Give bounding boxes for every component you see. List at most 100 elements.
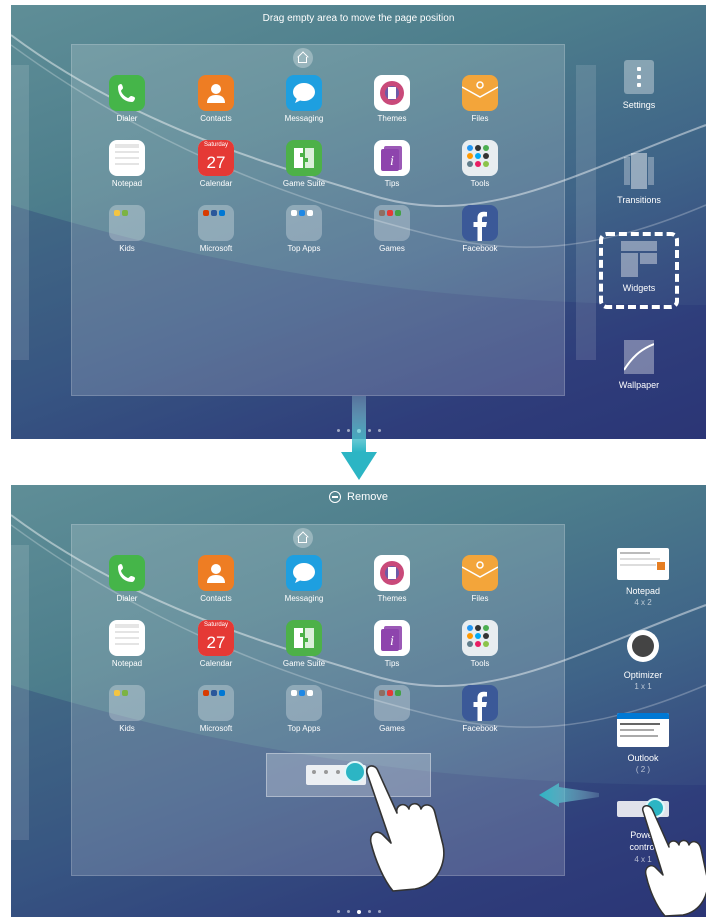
app-top-apps-folder[interactable]: Top Apps (269, 205, 339, 253)
app-label: Themes (377, 114, 407, 123)
app-game-suite[interactable]: Game Suite (269, 620, 339, 668)
app-contacts[interactable]: Contacts (181, 555, 251, 603)
home-page-icon[interactable] (293, 48, 313, 68)
app-tools-folder[interactable]: Tools (445, 140, 515, 188)
widget-size: 4 x 2 (634, 598, 652, 607)
power-control-widget-dragging[interactable] (306, 761, 366, 785)
notepad-icon (109, 620, 145, 656)
app-label: Microsoft (199, 724, 233, 733)
app-label: Contacts (200, 594, 232, 603)
calendar-day: Saturday (198, 620, 234, 630)
calendar-day: Saturday (198, 140, 234, 150)
app-files[interactable]: Files (445, 75, 515, 123)
kids-folder-icon (109, 685, 145, 721)
app-label: Game Suite (282, 659, 326, 668)
left-adjacent-page[interactable] (11, 65, 29, 360)
app-contacts[interactable]: Contacts (181, 75, 251, 123)
page-dot (346, 910, 350, 913)
phone-icon (109, 75, 145, 111)
app-messaging[interactable]: Messaging (269, 555, 339, 603)
widget-notepad[interactable]: Notepad 4 x 2 (597, 548, 689, 607)
down-arrow-icon (339, 396, 379, 482)
app-label: Microsoft (199, 244, 233, 253)
app-label: Kids (119, 724, 135, 733)
app-dialer[interactable]: Dialer (92, 555, 162, 603)
games-folder-icon (374, 685, 410, 721)
themes-icon (374, 555, 410, 591)
messaging-icon (286, 555, 322, 591)
left-adjacent-page[interactable] (11, 545, 29, 840)
app-dialer[interactable]: Dialer (92, 75, 162, 123)
page-dot-active (356, 910, 361, 914)
app-kids-folder[interactable]: Kids (92, 685, 162, 733)
facebook-icon (462, 685, 498, 721)
right-adjacent-page[interactable] (576, 65, 596, 360)
microsoft-folder-icon (198, 205, 234, 241)
notepad-icon (109, 140, 145, 176)
app-top-apps-folder[interactable]: Top Apps (269, 685, 339, 733)
app-notepad[interactable]: Notepad (92, 140, 162, 188)
facebook-icon (462, 205, 498, 241)
app-facebook[interactable]: Facebook (445, 685, 515, 733)
files-icon (461, 75, 499, 111)
app-kids-folder[interactable]: Kids (92, 205, 162, 253)
calendar-date: 27 (198, 150, 234, 176)
app-facebook[interactable]: Facebook (445, 205, 515, 253)
widget-outlook[interactable]: Outlook ( 2 ) (597, 713, 689, 774)
optimizer-icon (627, 630, 659, 662)
hand-pointer-icon (639, 805, 706, 917)
app-tips[interactable]: i Tips (357, 620, 427, 668)
page-indicator[interactable] (11, 910, 706, 914)
svg-text:i: i (390, 634, 394, 649)
option-transitions[interactable]: Transitions (599, 153, 679, 205)
app-label: Dialer (116, 594, 138, 603)
home-page-icon[interactable] (293, 528, 313, 548)
microsoft-folder-icon (198, 685, 234, 721)
app-tools-folder[interactable]: Tools (445, 620, 515, 668)
app-messaging[interactable]: Messaging (269, 75, 339, 123)
calendar-icon: Saturday 27 (198, 140, 234, 176)
games-folder-icon (374, 205, 410, 241)
tips-icon: i (374, 620, 410, 656)
remove-drop-zone[interactable]: Remove (11, 491, 706, 503)
messaging-icon (286, 75, 322, 111)
app-files[interactable]: Files (445, 555, 515, 603)
app-label: Notepad (111, 179, 143, 188)
widget-size: ( 2 ) (635, 765, 651, 774)
app-calendar[interactable]: Saturday 27 Calendar (181, 620, 251, 668)
app-microsoft-folder[interactable]: Microsoft (181, 205, 251, 253)
app-label: Tools (470, 179, 490, 188)
page-dot (336, 910, 340, 913)
app-label: Messaging (284, 594, 324, 603)
app-label: Facebook (462, 724, 498, 733)
app-notepad[interactable]: Notepad (92, 620, 162, 668)
page-dot (377, 910, 381, 913)
themes-icon (374, 75, 410, 111)
app-game-suite[interactable]: Game Suite (269, 140, 339, 188)
app-games-folder[interactable]: Games (357, 685, 427, 733)
widget-name: Outlook (627, 753, 659, 763)
app-themes[interactable]: Themes (357, 75, 427, 123)
app-label: Contacts (200, 114, 232, 123)
outlook-widget-preview (617, 713, 669, 747)
top-screen: Drag empty area to move the page positio… (11, 5, 706, 439)
remove-icon (329, 491, 342, 503)
app-calendar[interactable]: Saturday 27 Calendar (181, 140, 251, 188)
transitions-icon (624, 153, 654, 189)
drag-hint: Drag empty area to move the page positio… (262, 13, 455, 24)
option-wallpaper[interactable]: Wallpaper (599, 340, 679, 390)
widgets-highlight-frame (599, 232, 679, 309)
app-label: Tips (384, 659, 400, 668)
top-apps-folder-icon (286, 685, 322, 721)
tips-icon: i (374, 140, 410, 176)
option-settings[interactable]: Settings (599, 60, 679, 110)
app-microsoft-folder[interactable]: Microsoft (181, 685, 251, 733)
wallpaper-icon (624, 340, 654, 374)
settings-icon (624, 60, 654, 94)
app-tips[interactable]: i Tips (357, 140, 427, 188)
app-games-folder[interactable]: Games (357, 205, 427, 253)
app-label: Top Apps (287, 724, 321, 733)
bluetooth-icon (324, 770, 328, 774)
widget-optimizer[interactable]: Optimizer 1 x 1 (597, 630, 689, 691)
app-themes[interactable]: Themes (357, 555, 427, 603)
